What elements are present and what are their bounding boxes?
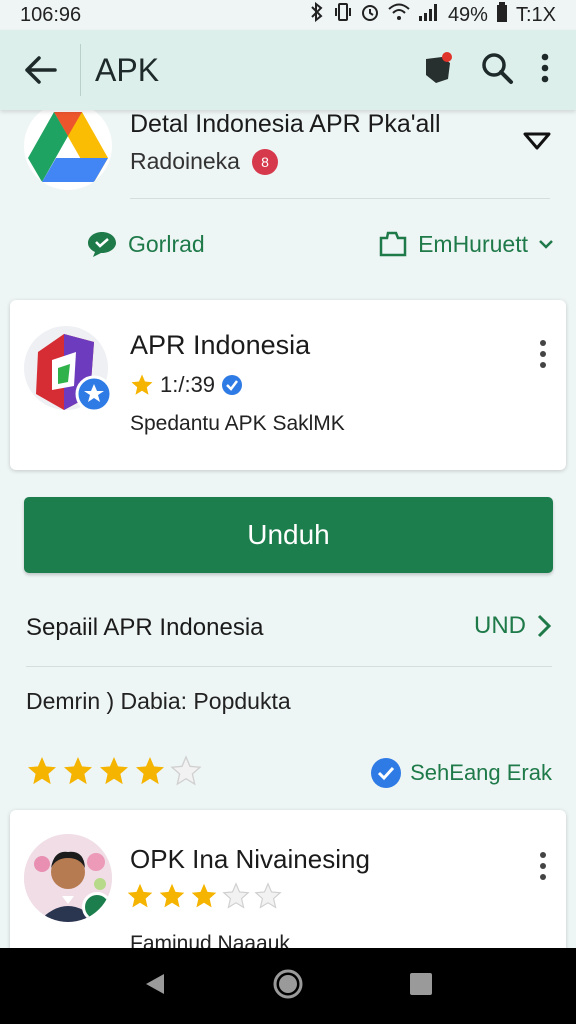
app-rating: 1:/:39 <box>130 372 243 398</box>
status-bar: 106:96 49% T:1X <box>0 0 576 30</box>
nav-recents-icon <box>410 972 432 995</box>
emhuruett-label: EmHuruett <box>418 230 528 257</box>
card2-more-button[interactable] <box>538 850 548 887</box>
chevron-right-icon <box>537 614 552 638</box>
triangle-down-icon <box>523 132 551 150</box>
search-button[interactable] <box>480 51 514 90</box>
vibrate-icon <box>334 2 352 28</box>
notification-button[interactable] <box>422 51 454 90</box>
back-button[interactable] <box>0 55 80 85</box>
content-area: Detal Indonesia APR Pka'all Radoineka 8 … <box>0 110 576 948</box>
download-button[interactable]: Unduh <box>24 497 553 573</box>
section-title: Sepaiil APR Indonesia <box>26 614 264 641</box>
status-extra: T:1X <box>515 3 556 26</box>
page-title: APK <box>95 51 160 88</box>
verified-badge-icon <box>222 375 243 395</box>
battery-icon <box>496 2 508 28</box>
rating-row: SehEang Erak <box>26 755 552 791</box>
nav-back-button[interactable] <box>142 971 168 1002</box>
more-vert-icon <box>541 53 549 82</box>
app-name: APR Indonesia <box>130 330 311 360</box>
star-filled-icon <box>64 757 92 785</box>
star-filled-icon <box>159 883 185 908</box>
rating-value: 1:/:39 <box>160 372 216 397</box>
gorlrad-label: Gorlrad <box>128 230 205 257</box>
info-line: Demrin ) Dabia: Popdukta <box>26 688 291 714</box>
section-link[interactable]: UND <box>474 612 552 640</box>
nav-recents-button[interactable] <box>408 971 434 1002</box>
section-header: Sepaiil APR Indonesia UND <box>26 610 552 650</box>
nav-back-icon <box>146 973 164 994</box>
nav-home-icon <box>273 969 303 998</box>
top-app-developer: Radoineka <box>130 148 240 174</box>
more-vert-icon <box>540 340 546 368</box>
star-empty-icon <box>170 755 202 786</box>
app-card[interactable]: APR Indonesia 1:/:39 Spedantu APK SaklMK <box>10 300 566 470</box>
app-subtitle: Spedantu APK SaklMK <box>130 412 345 435</box>
signal-icon <box>418 3 440 27</box>
avatar <box>24 834 112 922</box>
bluetooth-icon <box>308 1 326 28</box>
chevron-down-icon <box>539 240 553 249</box>
verified-label: SehEang Erak <box>410 760 552 785</box>
star-rating <box>26 755 202 787</box>
app-icon <box>24 324 114 414</box>
app-card-2[interactable]: OPK Ina Nivainesing Faminud Naaauk <box>10 810 566 948</box>
search-icon <box>482 52 513 84</box>
avatar-badge-icon <box>82 892 112 922</box>
star-empty-icon <box>222 882 250 909</box>
star-empty-icon <box>254 882 282 909</box>
top-app-name: Detal Indonesia APR Pka'all <box>130 110 441 138</box>
divider <box>26 666 552 667</box>
more-vert-icon <box>540 852 546 880</box>
app-bar: APK <box>0 30 576 110</box>
expand-caret-button[interactable] <box>522 130 552 157</box>
wifi-icon <box>388 3 410 27</box>
star-filled-icon <box>191 883 217 908</box>
chat-bubble-icon <box>88 232 116 257</box>
overflow-menu-button[interactable] <box>540 52 550 89</box>
nav-home-button[interactable] <box>272 968 304 1005</box>
bell-notification-icon <box>426 51 452 83</box>
alarm-icon <box>360 2 380 28</box>
star-rating-2 <box>126 882 282 910</box>
star-filled-icon <box>127 883 153 908</box>
gorlrad-link[interactable]: Gorlrad <box>86 230 205 258</box>
folder-icon <box>379 231 407 257</box>
status-icons: 49% T:1X <box>308 1 556 28</box>
battery-percent: 49% <box>447 3 488 26</box>
card-more-button[interactable] <box>538 338 548 375</box>
section-link-label: UND <box>474 612 526 639</box>
app-bar-actions <box>422 51 550 90</box>
links-row: Gorlrad EmHuruett <box>0 222 576 268</box>
app-name-2: OPK Ina Nivainesing <box>130 844 370 874</box>
age-rating-badge: 8 <box>251 148 278 175</box>
star-filled-icon <box>100 757 128 785</box>
emhuruett-dropdown[interactable]: EmHuruett <box>378 230 554 258</box>
drive-logo-icon <box>24 110 112 190</box>
status-time: 106:96 <box>20 3 82 26</box>
divider <box>130 198 550 199</box>
top-app-developer-row: Radoineka 8 <box>130 148 278 175</box>
check-circle-icon <box>371 758 402 788</box>
arrow-back-icon <box>25 56 57 84</box>
app-extra-2: Faminud Naaauk <box>130 932 290 948</box>
verified-label-row[interactable]: SehEang Erak <box>370 757 552 789</box>
system-nav-bar <box>0 948 576 1024</box>
top-app-header[interactable]: Detal Indonesia APR Pka'all Radoineka 8 <box>0 110 576 200</box>
star-filled-icon <box>28 757 56 785</box>
star-icon <box>131 374 153 395</box>
star-filled-icon <box>136 757 164 785</box>
app-bar-divider <box>80 44 81 96</box>
